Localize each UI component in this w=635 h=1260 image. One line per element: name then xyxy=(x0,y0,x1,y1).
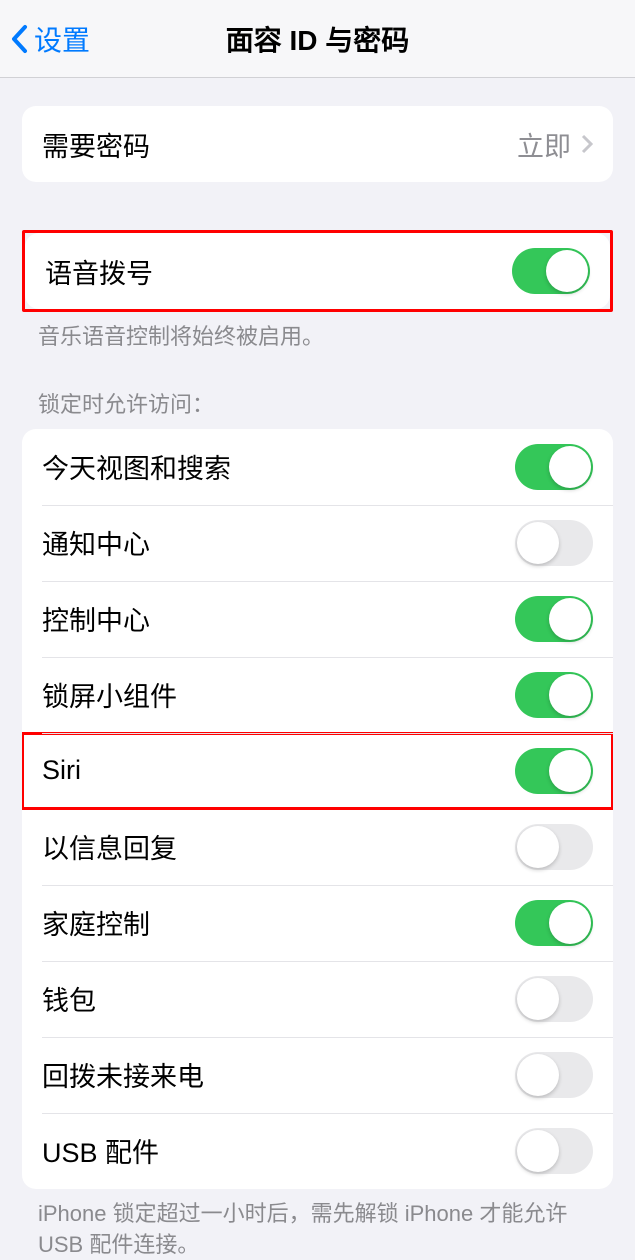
lock-access-toggle[interactable] xyxy=(515,1052,593,1098)
lock-access-row: 通知中心 xyxy=(22,505,613,581)
lock-access-toggle[interactable] xyxy=(515,1128,593,1174)
lock-access-row: 控制中心 xyxy=(22,581,613,657)
lock-access-label: 通知中心 xyxy=(42,523,150,562)
require-passcode-value: 立即 xyxy=(517,125,593,164)
navigation-bar: 设置 面容 ID 与密码 xyxy=(0,0,635,78)
lock-access-label: 锁屏小组件 xyxy=(42,675,177,714)
back-label: 设置 xyxy=(34,19,90,59)
voice-dial-highlight: 语音拨号 xyxy=(22,230,613,312)
lock-access-row: 回拨未接来电 xyxy=(22,1037,613,1113)
lock-access-label: 以信息回复 xyxy=(42,827,177,866)
voice-dial-row: 语音拨号 xyxy=(25,233,610,309)
lock-access-row: USB 配件 xyxy=(22,1113,613,1189)
lock-access-label: USB 配件 xyxy=(42,1131,159,1170)
lock-access-label: 家庭控制 xyxy=(42,903,150,942)
lock-access-label: 控制中心 xyxy=(42,599,150,638)
lock-access-toggle[interactable] xyxy=(515,824,593,870)
lock-access-toggle[interactable] xyxy=(515,900,593,946)
require-passcode-row[interactable]: 需要密码 立即 xyxy=(22,106,613,182)
lock-access-row: 家庭控制 xyxy=(22,885,613,961)
back-button[interactable]: 设置 xyxy=(10,19,90,59)
lock-access-row: 今天视图和搜索 xyxy=(22,429,613,505)
page-title: 面容 ID 与密码 xyxy=(0,19,635,59)
voice-dial-toggle[interactable] xyxy=(512,248,590,294)
chevron-left-icon xyxy=(10,24,28,54)
lock-access-row: 钱包 xyxy=(22,961,613,1037)
lock-access-toggle[interactable] xyxy=(515,976,593,1022)
lock-access-label: 今天视图和搜索 xyxy=(42,447,231,486)
lock-access-group: 今天视图和搜索通知中心控制中心锁屏小组件 Siri 以信息回复家庭控制钱包回拨未接来… xyxy=(22,429,613,1189)
require-passcode-label: 需要密码 xyxy=(42,125,150,164)
lock-access-header: 锁定时允许访问： xyxy=(0,387,635,429)
lock-access-row: 锁屏小组件 xyxy=(22,657,613,733)
voice-dial-footer: 音乐语音控制将始终被启用。 xyxy=(0,312,635,353)
lock-access-toggle[interactable] xyxy=(515,444,593,490)
lock-access-label: 回拨未接来电 xyxy=(42,1055,204,1094)
lock-access-label: 钱包 xyxy=(42,979,96,1018)
lock-access-row: 以信息回复 xyxy=(22,809,613,885)
voice-dial-label: 语音拨号 xyxy=(45,252,153,291)
lock-access-toggle[interactable] xyxy=(515,596,593,642)
chevron-right-icon xyxy=(581,134,593,154)
lock-access-toggle[interactable] xyxy=(515,748,593,794)
require-passcode-group: 需要密码 立即 xyxy=(22,106,613,182)
lock-access-toggle[interactable] xyxy=(515,520,593,566)
lock-access-label: Siri xyxy=(42,755,81,786)
lock-access-footer: iPhone 锁定超过一小时后，需先解锁 iPhone 才能允许 USB 配件连… xyxy=(0,1189,635,1260)
lock-access-toggle[interactable] xyxy=(515,672,593,718)
lock-access-row: Siri xyxy=(22,733,613,809)
